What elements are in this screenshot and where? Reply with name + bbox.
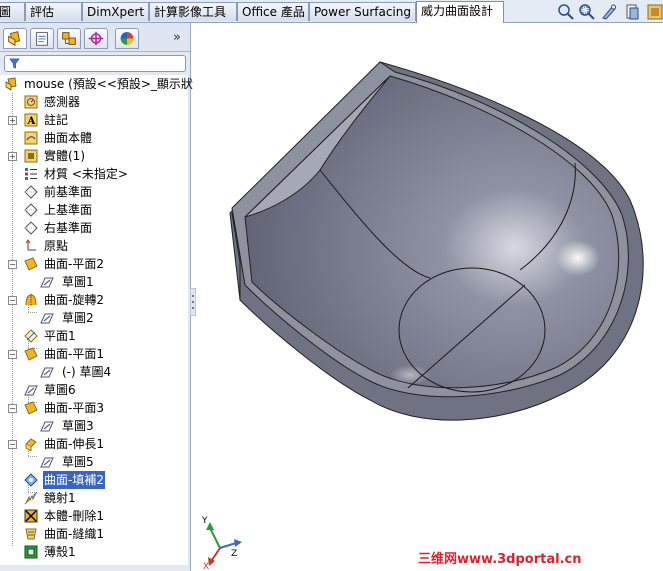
tree-item-label: 註記	[44, 113, 69, 127]
tree-item-label: 曲面-平面2	[44, 257, 104, 271]
tab-simulation-tools[interactable]: 計算影像工具	[149, 2, 237, 21]
tree-item-label: 右基準面	[44, 221, 93, 235]
part-icon	[5, 77, 17, 91]
zoom-area-icon[interactable]	[578, 3, 596, 21]
triad-z-label: Z	[231, 549, 237, 559]
planar-surface-icon	[24, 401, 38, 415]
sketch-icon	[40, 277, 54, 288]
tree-item-label: 草圖2	[62, 311, 94, 325]
filter-icon	[9, 58, 20, 69]
collapse-toggle[interactable]: −	[8, 440, 17, 449]
collapse-toggle[interactable]: −	[8, 296, 17, 305]
plane-icon	[24, 221, 38, 235]
zoom-to-fit-icon[interactable]	[557, 3, 575, 21]
tab-dimxpert[interactable]: DimXpert	[82, 2, 149, 21]
reference-plane-icon	[24, 329, 38, 343]
shell-icon	[24, 545, 38, 559]
revolve-surface-icon	[25, 294, 37, 306]
triad-y-label: Y	[201, 516, 208, 526]
tree-item-label: 實體(1)	[44, 149, 85, 163]
coordinate-triad: Y Z X	[201, 516, 242, 571]
view-tools-icon[interactable]	[600, 3, 618, 21]
plane-icon	[24, 185, 38, 199]
watermark: 三维网www.3dportal.cn	[418, 552, 582, 567]
solid-bodies-icon	[24, 149, 38, 163]
tree-item-label-selected: 曲面-填補2	[43, 471, 105, 489]
tree-item-label: 平面1	[44, 329, 76, 343]
tree-item-label: 草圖6	[44, 383, 76, 397]
extrude-surface-icon	[25, 438, 37, 451]
tree-item-label: 鏡射1	[44, 491, 76, 505]
sketch-icon	[40, 457, 54, 468]
surface-bodies-icon	[24, 131, 38, 145]
view-cube-icon[interactable]	[624, 3, 642, 21]
tree-item-label: 曲面-平面1	[44, 347, 104, 361]
tree-item-label: 草圖1	[62, 275, 94, 289]
mirror-icon	[24, 491, 38, 505]
tree-item-label: 本體-刪除1	[44, 509, 104, 523]
panel-tabs: »	[0, 23, 190, 52]
tree-item-label: 曲面-伸長1	[44, 437, 104, 451]
tab-evaluate[interactable]: 評估	[25, 2, 82, 21]
tree-item-label: 材質 <未指定>	[44, 167, 128, 181]
tree-item-label: 曲面-縫織1	[44, 527, 104, 541]
fill-surface-icon	[24, 473, 38, 487]
tree-item-label: 薄殼1	[44, 545, 76, 559]
tab-power-surfacing[interactable]: Power Surfacing	[309, 2, 416, 21]
expand-toggle[interactable]: +	[8, 116, 17, 125]
command-manager-tabs: 圖 評估 DimXpert 計算影像工具 Office 產品 Power Sur…	[0, 0, 663, 23]
collapse-toggle[interactable]: −	[8, 404, 17, 413]
tab-power-surface-design[interactable]: 威力曲面設計	[416, 1, 504, 23]
sketch-icon	[40, 421, 54, 432]
sketch-icon	[24, 385, 38, 396]
planar-surface-icon	[24, 347, 38, 361]
panel-more-button[interactable]: »	[173, 30, 181, 45]
material-icon	[25, 168, 37, 180]
sketch-icon	[40, 367, 54, 378]
display-style-icon[interactable]	[646, 3, 663, 21]
propertymanager-icon[interactable]	[30, 28, 54, 49]
knit-surface-icon	[25, 528, 37, 540]
tree-item-label: 原點	[44, 239, 69, 253]
tree-filter-input[interactable]	[4, 55, 186, 72]
tree-item-label: 上基準面	[44, 203, 93, 217]
graphics-area[interactable]: Y Z X	[196, 23, 663, 571]
tree-item-label: 感測器	[44, 95, 81, 109]
tree-item-label: 曲面本體	[44, 131, 93, 145]
planar-surface-icon	[24, 257, 38, 271]
featuremanager-panel: » mouse (預設<<預設>_顯示狀 感測器 + A 註記 曲面本體 + 實…	[0, 23, 193, 571]
tree-item-label: 前基準面	[44, 185, 93, 199]
tree-item-label: 曲面-平面3	[44, 401, 104, 415]
plane-icon	[24, 203, 38, 217]
dimxpertmanager-icon[interactable]	[84, 28, 108, 49]
tree-item-label: (-) 草圖4	[62, 365, 112, 379]
collapse-toggle[interactable]: −	[8, 350, 17, 359]
svg-text:A: A	[27, 116, 36, 127]
configurationmanager-icon[interactable]	[57, 28, 81, 49]
tree-item-label: 草圖5	[62, 455, 94, 469]
tab-office-products[interactable]: Office 產品	[237, 2, 309, 21]
featuremanager-icon[interactable]	[3, 28, 27, 49]
tree-item-label: 曲面-旋轉2	[44, 293, 104, 307]
annotation-icon: A	[24, 113, 38, 127]
tree-item-label: 草圖3	[62, 419, 94, 433]
sketch-icon	[40, 313, 54, 324]
feature-tree: mouse (預設<<預設>_顯示狀 感測器 + A 註記 曲面本體 + 實體(…	[0, 75, 193, 565]
tab-partial[interactable]: 圖	[0, 2, 25, 21]
expand-toggle[interactable]: +	[8, 152, 17, 161]
delete-body-icon	[24, 509, 38, 523]
sensor-icon	[24, 95, 38, 109]
origin-icon	[25, 239, 36, 251]
triad-x-label: X	[203, 562, 209, 571]
tree-root-label: mouse (預設<<預設>_顯示狀	[24, 77, 193, 91]
displaymanager-icon[interactable]	[115, 28, 139, 49]
collapse-toggle[interactable]: −	[8, 260, 17, 269]
mouse-shell-model[interactable]	[229, 61, 644, 421]
